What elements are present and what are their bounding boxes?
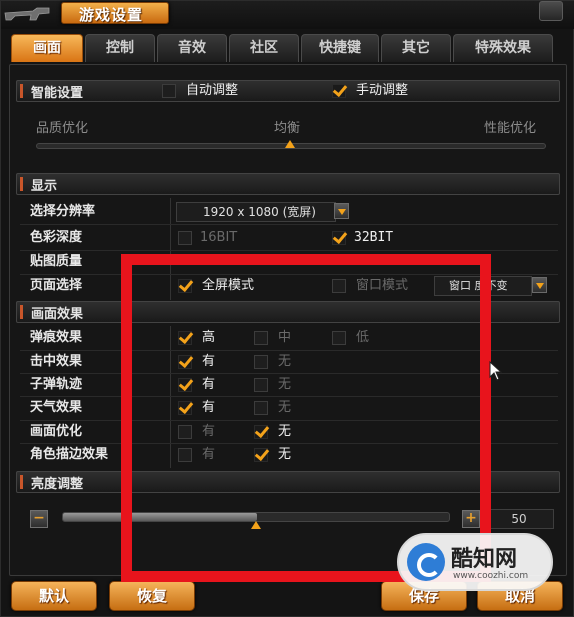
tab-bar: 画面 控制 音效 社区 快捷键 其它 特殊效果 (11, 34, 563, 64)
rifle-icon (4, 7, 50, 21)
character-outline-off-checkbox[interactable] (254, 448, 268, 462)
window-size-dropdown-arrow[interactable] (532, 277, 547, 293)
display-header: 显示 (16, 173, 560, 195)
auto-adjust-label: 自动调整 (186, 83, 239, 98)
texture-quality-label: 贴图质量 (30, 254, 83, 269)
color-16bit-checkbox[interactable] (178, 231, 192, 245)
tab-other[interactable]: 其它 (381, 34, 451, 62)
default-button[interactable]: 默认 (11, 581, 97, 611)
quality-label: 品质优化 (36, 121, 89, 136)
watermark: 酷知网 www.coozhi.com (397, 533, 553, 591)
performance-label: 性能优化 (484, 121, 537, 136)
window-title: 游戏设置 (79, 6, 144, 24)
bullet-mark-low-label: 低 (356, 330, 370, 345)
bullet-mark-high-label: 高 (202, 330, 216, 345)
weather-effect-label: 天气效果 (30, 400, 83, 415)
brightness-value: 50 (484, 509, 554, 529)
bullet-trail-off-label: 无 (278, 377, 292, 392)
tab-hotkeys[interactable]: 快捷键 (301, 34, 379, 62)
resolution-dropdown-arrow[interactable] (334, 203, 349, 219)
brightness-slider-fill (63, 513, 257, 521)
restore-button[interactable]: 恢复 (109, 581, 195, 611)
watermark-url: www.coozhi.com (453, 571, 529, 581)
character-outline-on-label: 有 (202, 447, 216, 462)
screen-optimize-on-label: 有 (202, 424, 216, 439)
hit-effect-off-checkbox[interactable] (254, 355, 268, 369)
quality-slider-thumb[interactable] (285, 140, 295, 148)
auto-adjust-checkbox[interactable] (162, 84, 176, 98)
brightness-minus-button[interactable]: − (30, 510, 48, 528)
screen-optimize-off-checkbox[interactable] (254, 425, 268, 439)
screen-optimize-label: 画面优化 (30, 424, 83, 439)
color-16bit-label: 16BIT (200, 230, 238, 245)
watermark-name: 酷知网 (451, 546, 518, 572)
character-outline-label: 角色描边效果 (30, 447, 109, 462)
resolution-dropdown[interactable]: 1920 x 1080 (宽屏) (176, 202, 336, 222)
screen-optimize-on-checkbox[interactable] (178, 425, 192, 439)
bullet-mark-mid-checkbox[interactable] (254, 331, 268, 345)
hit-effect-label: 击中效果 (30, 354, 83, 369)
bullet-trail-on-label: 有 (202, 377, 216, 392)
tab-control[interactable]: 控制 (85, 34, 155, 62)
tab-special-effects[interactable]: 特殊效果 (453, 34, 553, 62)
settings-panel: 智能设置 自动调整 手动调整 品质优化 均衡 性能优化 显示 选择分辨率 192… (9, 64, 567, 576)
tab-community[interactable]: 社区 (229, 34, 299, 62)
weather-effect-on-checkbox[interactable] (178, 401, 192, 415)
fullscreen-checkbox[interactable] (178, 279, 192, 293)
hit-effect-off-label: 无 (278, 354, 292, 369)
weather-effect-off-checkbox[interactable] (254, 401, 268, 415)
balanced-label: 均衡 (274, 121, 301, 136)
weather-effect-on-label: 有 (202, 400, 216, 415)
brightness-plus-button[interactable]: + (462, 510, 480, 528)
window-size-dropdown[interactable]: 窗口 度不变 (434, 276, 532, 296)
close-button[interactable] (539, 1, 563, 21)
fullscreen-label: 全屏模式 (202, 278, 255, 293)
bullet-mark-high-checkbox[interactable] (178, 331, 192, 345)
tab-sound[interactable]: 音效 (157, 34, 227, 62)
color-32bit-checkbox[interactable] (332, 231, 346, 245)
bullet-mark-low-checkbox[interactable] (332, 331, 346, 345)
weather-effect-off-label: 无 (278, 400, 292, 415)
brightness-slider-thumb[interactable] (251, 521, 261, 529)
bullet-trail-label: 子弹轨迹 (30, 377, 83, 392)
title-bar[interactable]: 游戏设置 (1, 1, 574, 29)
effects-header: 画面效果 (16, 301, 560, 323)
resolution-label: 选择分辨率 (30, 204, 96, 219)
manual-adjust-label: 手动调整 (356, 83, 409, 98)
windowed-label: 窗口模式 (356, 278, 409, 293)
tab-display[interactable]: 画面 (11, 34, 83, 62)
character-outline-off-label: 无 (278, 447, 292, 462)
bullet-mark-label: 弹痕效果 (30, 330, 83, 345)
game-settings-window: 游戏设置 画面 控制 音效 社区 快捷键 其它 特殊效果 智能设置 自动调整 手… (0, 0, 574, 617)
smart-settings-header: 智能设置 (16, 80, 560, 102)
mouse-cursor-icon (489, 361, 503, 381)
bullet-trail-off-checkbox[interactable] (254, 378, 268, 392)
character-outline-on-checkbox[interactable] (178, 448, 192, 462)
hit-effect-on-label: 有 (202, 354, 216, 369)
coozhi-logo-icon (407, 543, 445, 581)
page-select-label: 页面选择 (30, 278, 83, 293)
screen-optimize-off-label: 无 (278, 424, 292, 439)
windowed-checkbox[interactable] (332, 279, 346, 293)
hit-effect-on-checkbox[interactable] (178, 355, 192, 369)
manual-adjust-checkbox[interactable] (332, 84, 346, 98)
color-depth-label: 色彩深度 (30, 230, 83, 245)
color-32bit-label: 32BIT (354, 230, 394, 245)
bullet-trail-on-checkbox[interactable] (178, 378, 192, 392)
bullet-mark-mid-label: 中 (278, 330, 292, 345)
brightness-header: 亮度调整 (16, 471, 560, 493)
